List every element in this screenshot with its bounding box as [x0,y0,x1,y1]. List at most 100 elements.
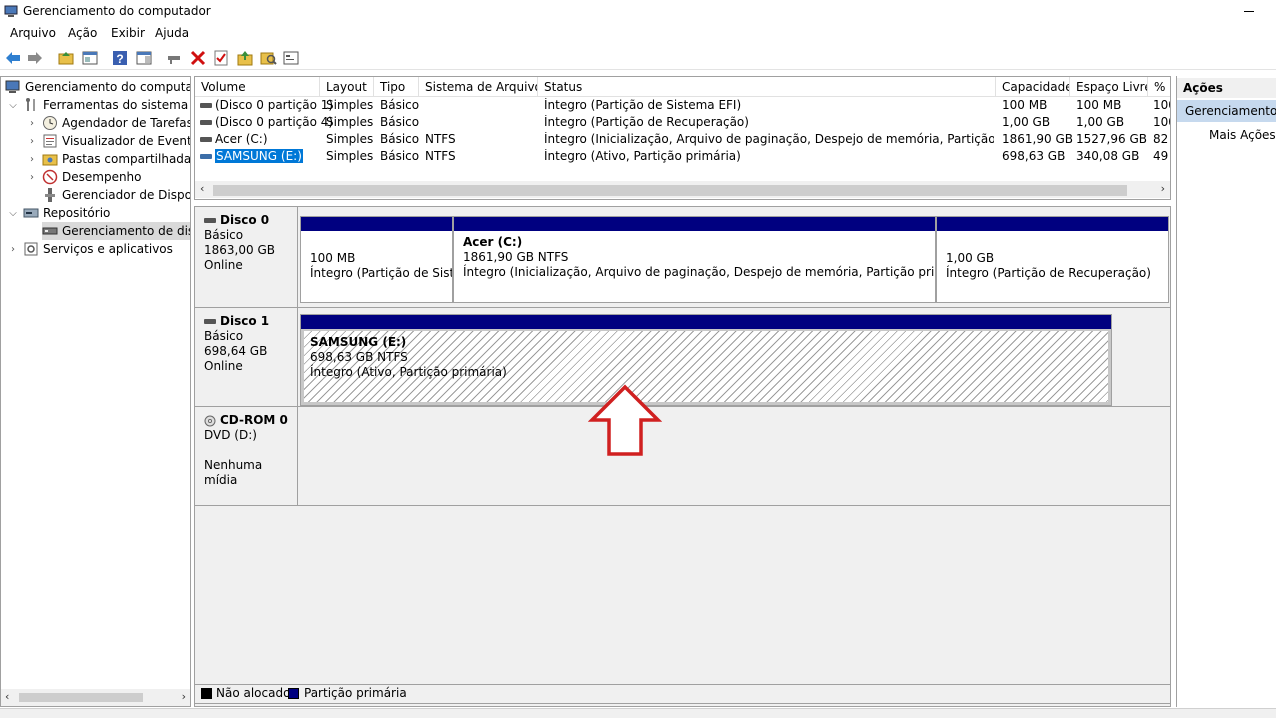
show-hide-icon[interactable] [134,48,154,68]
tree-item-performance[interactable]: › Desempenho [26,168,142,186]
tree-item-shared-folders[interactable]: › Pastas compartilhadas [26,150,190,168]
disk-label[interactable]: Disco 0 Básico 1863,00 GB Online [195,207,298,307]
column-header-capacity[interactable]: Capacidade [996,77,1070,97]
tree-horizontal-scrollbar[interactable]: ‹ › [1,689,190,706]
table-row[interactable]: (Disco 0 partição 1) Simples Básico Ínte… [195,97,1170,114]
scroll-right-icon[interactable]: › [1161,182,1165,195]
connect-icon[interactable] [164,48,184,68]
column-header-status[interactable]: Status [538,77,996,97]
tree-item-system-tools[interactable]: ⌵ Ferramentas do sistema [7,96,188,114]
scroll-left-icon[interactable]: ‹ [200,182,204,195]
legend: Não alocado Partição primária [194,684,1171,704]
legend-label: Não alocado [216,686,291,700]
disk-state: Online [204,258,243,272]
menu-bar: Arquivo Ação Exibir Ajuda [0,24,1276,44]
chevron-right-icon[interactable]: › [7,243,19,255]
minimize-button[interactable] [1240,0,1260,22]
cell-percent-free: 100 [1153,98,1170,112]
tree-item-disk-management[interactable]: Gerenciamento de disco [42,222,190,240]
scroll-left-icon[interactable]: ‹ [5,690,9,703]
tree-item-storage[interactable]: ⌵ Repositório [7,204,110,222]
partition-samsung-e[interactable]: SAMSUNG (E:) 698,63 GB NTFS Íntegro (Ati… [300,314,1112,406]
event-viewer-icon [42,133,58,149]
device-manager-icon [42,187,58,203]
disk-row: Disco 0 Básico 1863,00 GB Online 100 MB … [195,207,1170,308]
import-icon[interactable] [235,48,255,68]
disk-row: CD-ROM 0 DVD (D:) Nenhuma mídia [195,407,1170,506]
back-icon[interactable] [3,48,23,68]
partition-status: Íntegro (Partição de Sistema EFI) [310,266,452,280]
tree-item-label: Desempenho [62,170,142,184]
disk-label[interactable]: CD-ROM 0 DVD (D:) Nenhuma mídia [195,407,298,505]
disk-icon [204,218,216,223]
table-row-selected[interactable]: SAMSUNG (E:) Simples Básico NTFS Íntegro… [195,148,1170,165]
cell-fs: NTFS [425,132,456,146]
navigation-tree: Gerenciamento do computador ⌵ Ferramenta… [0,76,191,707]
tree-item-label: Serviços e aplicativos [43,242,173,256]
disk-name: Disco 0 [220,213,270,227]
tree-item-label: Visualizador de Eventos [62,134,191,148]
column-header-volume[interactable]: Volume [195,77,320,97]
scrollbar-thumb[interactable] [19,693,143,702]
disk-type: DVD (D:) [204,428,257,442]
partition-acer-c[interactable]: Acer (C:) 1861,90 GB NTFS Íntegro (Inici… [453,216,936,303]
help-icon[interactable]: ? [110,48,130,68]
tree-item-label: Gerenciamento do computador [25,80,190,94]
menu-exibir[interactable]: Exibir [109,26,147,40]
actions-group-disk-management[interactable]: Gerenciamento de disco [1177,100,1276,122]
disk-label[interactable]: Disco 1 Básico 698,64 GB Online [195,308,298,406]
console-icon[interactable] [281,48,301,68]
tree-item-device-manager[interactable]: Gerenciador de Disposit [42,186,190,204]
list-horizontal-scrollbar[interactable]: ‹ › [195,181,1170,198]
column-header-file-system[interactable]: Sistema de Arquivos [419,77,538,97]
column-header-free-space[interactable]: Espaço Livre [1070,77,1148,97]
cell-capacity: 698,63 GB [1002,149,1066,163]
menu-ajuda[interactable]: Ajuda [153,26,191,40]
table-row[interactable]: Acer (C:) Simples Básico NTFS Íntegro (I… [195,131,1170,148]
partition-title: SAMSUNG (E:) [310,335,407,349]
up-folder-icon[interactable] [56,48,76,68]
more-actions-link[interactable]: Mais Ações [1209,128,1276,142]
partition-size: 100 MB [310,251,356,265]
tree-item-computer-management[interactable]: Gerenciamento do computador [5,78,190,96]
disk-icon [204,319,216,324]
chevron-right-icon[interactable]: › [26,171,38,183]
services-icon [23,241,39,257]
chevron-down-icon[interactable]: ⌵ [7,99,19,111]
chevron-right-icon[interactable]: › [26,135,38,147]
chevron-down-icon[interactable]: ⌵ [7,207,19,219]
cell-status: Íntegro (Ativo, Partição primária) [544,149,741,163]
scroll-right-icon[interactable]: › [182,690,186,703]
scrollbar-thumb[interactable] [213,185,1127,196]
partition-efi[interactable]: 100 MB Íntegro (Partição de Sistema EFI) [300,216,453,303]
tools-icon [23,97,39,113]
cell-layout: Simples [326,98,374,112]
tree-item-event-viewer[interactable]: › Visualizador de Eventos [26,132,191,150]
forward-icon[interactable] [25,48,45,68]
volume-icon [200,137,212,142]
svg-text:?: ? [116,52,123,66]
cell-fs: NTFS [425,149,456,163]
menu-arquivo[interactable]: Arquivo [8,26,58,40]
tree-item-services-applications[interactable]: › Serviços e aplicativos [7,240,173,258]
properties-icon[interactable] [80,48,100,68]
tree-item-label: Gerenciador de Disposit [62,188,190,202]
actions-pane: Ações Gerenciamento de disco Mais Ações [1176,76,1276,707]
chevron-right-icon[interactable]: › [26,117,38,129]
actions-title: Ações [1177,78,1276,98]
partition-recovery[interactable]: 1,00 GB Íntegro (Partição de Recuperação… [936,216,1169,303]
delete-icon[interactable] [188,48,208,68]
search-icon[interactable] [258,48,278,68]
menu-acao[interactable]: Ação [66,26,99,40]
column-header-tipo[interactable]: Tipo [374,77,419,97]
tree-item-task-scheduler[interactable]: › Agendador de Tarefas [26,114,190,132]
table-row[interactable]: (Disco 0 partição 4) Simples Básico Ínte… [195,114,1170,131]
computer-management-icon [4,5,18,18]
check-icon[interactable] [211,48,231,68]
cell-tipo: Básico [380,149,420,163]
disk-state: Online [204,359,243,373]
column-header-percent-free[interactable]: % L [1148,77,1170,97]
chevron-right-icon[interactable]: › [26,153,38,165]
partition-body: 100 MB Íntegro (Partição de Sistema EFI) [301,231,452,302]
column-header-layout[interactable]: Layout [320,77,374,97]
